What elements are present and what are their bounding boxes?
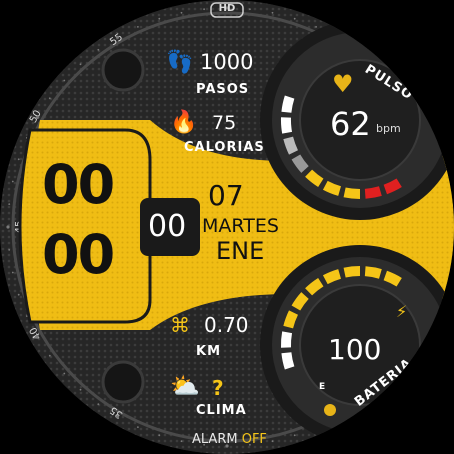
bezel-tick (97, 403, 100, 406)
gauge-segment (343, 265, 361, 278)
gauge-segment (383, 270, 402, 287)
bezel-tick (11, 271, 14, 274)
bezel-tick (271, 11, 274, 14)
pulse-unit: bpm (376, 122, 401, 135)
bezel-tick (8, 203, 11, 206)
bezel-tick (17, 293, 20, 296)
bezel-tick (35, 115, 39, 120)
alarm-label: ALARM (192, 432, 238, 447)
time-minutes: 00 (42, 223, 115, 286)
bezel-tick (115, 35, 120, 39)
battery-value: 100 (328, 333, 382, 366)
time-hours: 00 (42, 153, 115, 216)
bezel-tick (48, 97, 51, 100)
bezel-tick (137, 426, 139, 428)
weather-value: ? (212, 376, 224, 400)
bezel-tick (180, 11, 183, 14)
gauge-segment (364, 266, 382, 279)
crown-bottom-left (101, 360, 145, 404)
flame-icon: 🔥 (170, 110, 198, 135)
battery-low-mark: E (319, 382, 326, 392)
cloud-sun-icon: ⛅ (170, 372, 200, 400)
watch-face: 5550454035 HD 00 00 00 07 MARTES ENE 👣 1… (0, 0, 454, 454)
bezel-tick (115, 415, 120, 419)
bezel-tick (315, 26, 317, 28)
gauge-segment (364, 186, 382, 199)
bezel-tick (203, 8, 206, 11)
alarm-state: OFF (241, 432, 267, 447)
gauge-segment (383, 178, 402, 195)
bezel-tick (249, 8, 251, 11)
gauge-segment (322, 180, 342, 196)
date-month: ENE (216, 237, 265, 265)
gauge-segment (322, 269, 342, 285)
gauge-segment (280, 331, 293, 348)
bezel-tick (271, 440, 274, 443)
pulse-value: 62 (330, 105, 371, 143)
bezel-tick (79, 63, 82, 66)
bezel-tick (8, 249, 11, 251)
heart-pulse-icon: ♥ (332, 70, 354, 98)
bezel-tick (158, 434, 161, 437)
alarm-status: ALARM OFF (192, 432, 267, 447)
route-icon: ⌘ (170, 313, 190, 337)
distance-value: 0.70 (204, 313, 249, 337)
weather-label: CLIMA (196, 403, 247, 418)
time-seconds: 00 (148, 209, 187, 244)
steps-label: PASOS (196, 82, 250, 97)
crown-top-left (101, 48, 145, 92)
gauge-segment (283, 310, 299, 329)
date-weekday: MARTES (202, 215, 279, 237)
calories-label: CALORIAS (184, 140, 265, 155)
bezel-tick (17, 158, 20, 161)
bezel-tick (79, 388, 82, 391)
footsteps-icon: 👣 (166, 50, 194, 75)
bezel-tick (6, 225, 10, 229)
hd-badge: HD (218, 3, 236, 14)
gauge-segment (281, 352, 295, 370)
bolt-icon: ⚡ (396, 302, 408, 321)
bezel-tick (293, 17, 296, 20)
calories-value: 75 (212, 112, 237, 134)
date-day: 07 (208, 179, 244, 212)
bezel-tick (137, 26, 139, 28)
bezel-tick (63, 372, 66, 375)
gauge-segment (281, 95, 295, 113)
bezel-tick (180, 440, 183, 443)
bezel-tick (11, 180, 14, 183)
bezel-tick (293, 434, 296, 437)
bezel-tick (35, 334, 39, 339)
bezel-tick (63, 79, 66, 82)
distance-label: KM (196, 344, 222, 359)
steps-value: 1000 (200, 50, 254, 74)
gauge-segment (280, 117, 293, 134)
bezel-tick (48, 354, 51, 357)
crown-dot (324, 404, 336, 416)
bezel-tick (97, 48, 100, 51)
gauge-segment (343, 187, 361, 200)
bezel-tick (158, 17, 161, 20)
gauge-segment (283, 136, 299, 155)
